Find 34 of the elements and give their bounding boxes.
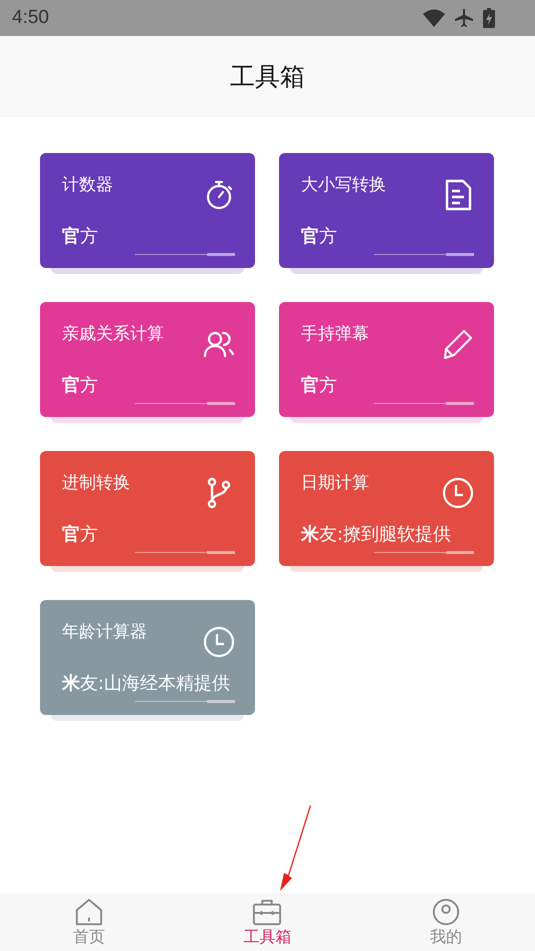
tool-card[interactable]: 进制转换 官方 (40, 451, 255, 566)
provider-label: 米友:撩到腿软提供 (301, 523, 452, 547)
tool-title: 手持弹幕 (301, 323, 369, 345)
wifi-icon (423, 9, 445, 27)
airplane-icon (454, 8, 474, 28)
tool-card[interactable]: 大小写转换 官方 (279, 153, 494, 268)
tool-title: 计数器 (62, 174, 113, 196)
home-icon (74, 896, 104, 926)
tool-title: 大小写转换 (301, 174, 386, 196)
battery-icon (483, 8, 495, 28)
tool-card[interactable]: 日期计算 米友:撩到腿软提供 (279, 451, 494, 566)
status-time: 4:50 (12, 7, 49, 29)
provider-label: 官方 (62, 374, 98, 398)
person-icon (430, 896, 461, 926)
tool-title: 日期计算 (301, 472, 369, 494)
provider-label: 官方 (62, 523, 98, 547)
tool-card[interactable]: 亲戚关系计算 官方 (40, 302, 255, 417)
tool-card[interactable]: 计数器 官方 (40, 153, 255, 268)
tool-card[interactable]: 手持弹幕 官方 (279, 302, 494, 417)
tool-title: 亲戚关系计算 (62, 323, 164, 345)
provider-label: 官方 (301, 374, 337, 398)
tool-card[interactable]: 年龄计算器 米友:山海经本精提供 (40, 600, 255, 715)
page-title: 工具箱 (230, 61, 305, 93)
nav-tab[interactable]: 首页 (0, 893, 178, 951)
provider-label: 官方 (62, 225, 98, 249)
provider-label: 官方 (301, 225, 337, 249)
clock-icon (203, 626, 235, 658)
tool-title: 年龄计算器 (62, 621, 147, 643)
nav-tab[interactable]: 工具箱 (178, 893, 357, 951)
pencil-icon (442, 328, 474, 360)
clock-icon (442, 477, 474, 509)
tool-title: 进制转换 (62, 472, 130, 494)
provider-label: 米友:山海经本精提供 (62, 672, 230, 696)
nav-tab[interactable]: 我的 (356, 893, 535, 951)
